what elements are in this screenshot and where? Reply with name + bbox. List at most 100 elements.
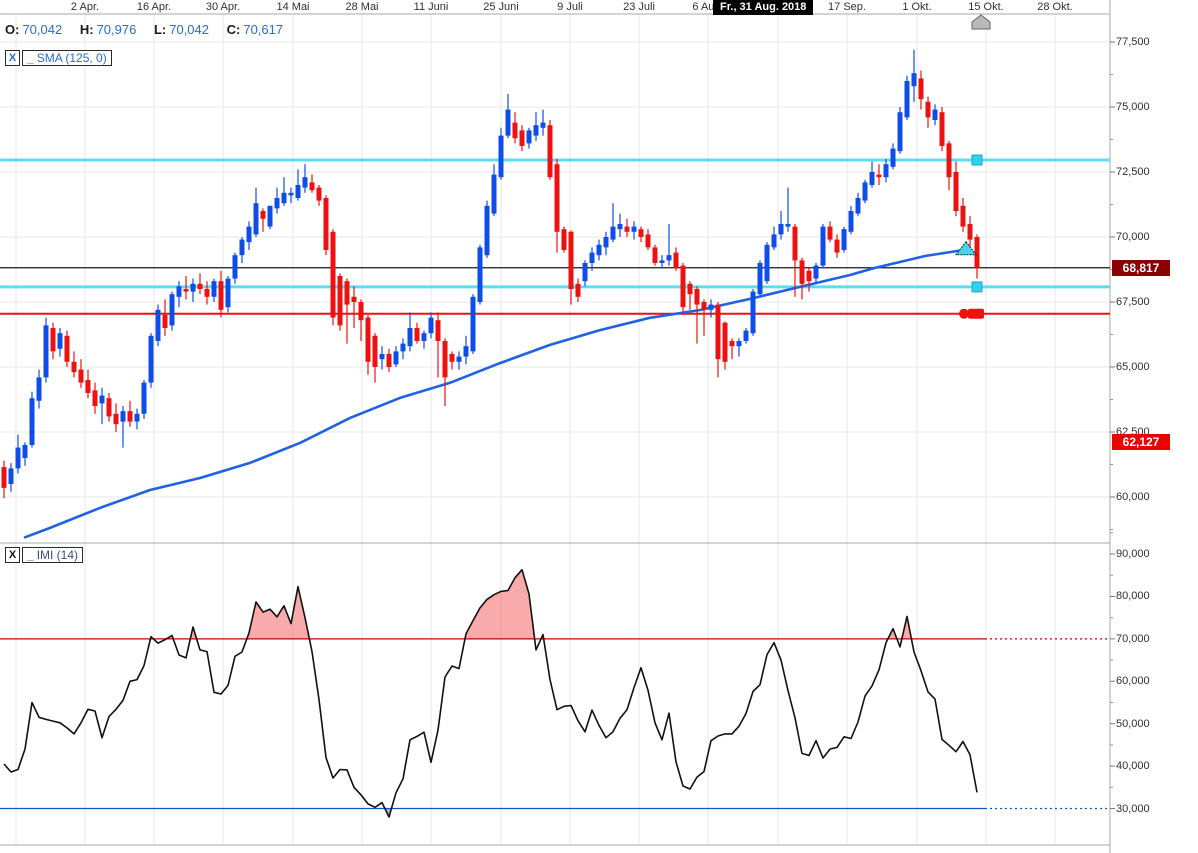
candle-body	[947, 143, 952, 177]
sma-label-box[interactable]: _ SMA (125, 0)	[22, 50, 112, 66]
sma-label: SMA (125, 0)	[37, 51, 107, 65]
candle-body	[2, 467, 7, 488]
candle-body	[30, 398, 35, 445]
candle-body	[135, 414, 140, 422]
date-axis-label: 11 Juni	[414, 0, 449, 14]
candle-body	[786, 224, 791, 227]
sma-line[interactable]	[25, 250, 966, 538]
candle-body	[961, 206, 966, 227]
candle-body	[317, 188, 322, 201]
imi-label-box[interactable]: _ IMI (14)	[22, 547, 83, 563]
cyan-square-marker	[972, 282, 982, 292]
candle-body	[100, 396, 105, 404]
imi-minimize-icon[interactable]: _	[27, 548, 34, 562]
candle-body	[268, 206, 273, 227]
candle-body	[597, 245, 602, 255]
sma-minimize-icon[interactable]: _	[27, 51, 34, 65]
candle-body	[541, 123, 546, 128]
candle-body	[702, 302, 707, 310]
candle-body	[114, 414, 119, 424]
price-axis-label: 75,000	[1116, 101, 1150, 113]
candle-body	[359, 302, 364, 320]
candle-body	[814, 266, 819, 279]
candle-body	[184, 289, 189, 292]
candle-body	[429, 318, 434, 334]
candle-body	[555, 164, 560, 232]
oscillator-axis-label: 80,000	[1116, 590, 1150, 602]
sma-close-icon[interactable]: X	[5, 50, 20, 66]
chart-canvas[interactable]	[0, 0, 1198, 853]
candle-body	[576, 284, 581, 297]
candle-body	[800, 260, 805, 283]
candle-body	[940, 112, 945, 146]
candle-body	[863, 182, 868, 200]
candle-body	[436, 320, 441, 341]
candle-body	[772, 234, 777, 247]
candle-body	[667, 255, 672, 260]
candle-body	[93, 390, 98, 406]
date-axis-label: 14 Mai	[276, 0, 309, 14]
candle-body	[464, 346, 469, 356]
candle-body	[485, 206, 490, 255]
imi-label: IMI (14)	[37, 548, 78, 562]
candle-body	[191, 284, 196, 292]
date-axis-label: 28 Okt.	[1037, 0, 1072, 14]
candle-body	[443, 341, 448, 377]
candle-body	[247, 227, 252, 243]
price-axis-label: 65,000	[1116, 361, 1150, 373]
candle-body	[604, 237, 609, 247]
candle-body	[457, 357, 462, 362]
candle-body	[548, 125, 553, 177]
candle-body	[51, 328, 56, 351]
candle-body	[919, 78, 924, 99]
candle-body	[744, 331, 749, 341]
trading-chart-window: 2 Apr.16 Apr.30 Apr.14 Mai28 Mai11 Juni2…	[0, 0, 1198, 853]
candle-body	[912, 73, 917, 86]
candles-group[interactable]	[2, 50, 980, 498]
price-axis-label: 77,500	[1116, 36, 1150, 48]
imi-close-icon[interactable]: X	[5, 547, 20, 563]
candle-body	[261, 211, 266, 219]
candle-body	[58, 333, 63, 349]
candle-body	[793, 227, 798, 261]
candle-body	[877, 175, 882, 178]
candle-body	[16, 448, 21, 469]
price-axis-label: 67,500	[1116, 296, 1150, 308]
imi-overbought-fill	[4, 570, 977, 817]
candle-body	[408, 328, 413, 346]
candle-body	[709, 305, 714, 310]
candle-body	[310, 182, 315, 190]
candle-body	[9, 468, 14, 484]
candle-body	[303, 177, 308, 187]
candle-body	[723, 323, 728, 362]
candle-body	[86, 380, 91, 393]
candle-body	[345, 281, 350, 304]
cyan-square-marker	[972, 155, 982, 165]
alert-handle-icon	[968, 309, 984, 319]
candle-body	[331, 232, 336, 318]
candle-body	[415, 328, 420, 341]
candle-body	[163, 315, 168, 328]
date-axis-label: 1 Okt.	[902, 0, 931, 14]
oscillator-axis-label: 30,000	[1116, 803, 1150, 815]
price-axis-label: 72,500	[1116, 166, 1150, 178]
candle-body	[142, 383, 147, 414]
candle-body	[646, 234, 651, 247]
candle-body	[905, 81, 910, 117]
sma-indicator-box: X _ SMA (125, 0)	[5, 50, 112, 66]
close-value: 70,617	[243, 22, 283, 37]
candle-body	[695, 289, 700, 305]
candle-body	[590, 253, 595, 263]
oscillator-axis-label: 90,000	[1116, 548, 1150, 560]
chart-markers[interactable]	[956, 15, 990, 319]
oscillator-axis-label: 60,000	[1116, 675, 1150, 687]
candle-body	[758, 263, 763, 294]
triangle-marker	[956, 242, 976, 255]
candle-body	[72, 362, 77, 372]
candle-body	[632, 227, 637, 232]
candle-body	[562, 229, 567, 250]
date-axis-label: 15 Okt.	[968, 0, 1003, 14]
candle-body	[275, 198, 280, 208]
candle-body	[933, 110, 938, 120]
candle-body	[653, 247, 658, 263]
